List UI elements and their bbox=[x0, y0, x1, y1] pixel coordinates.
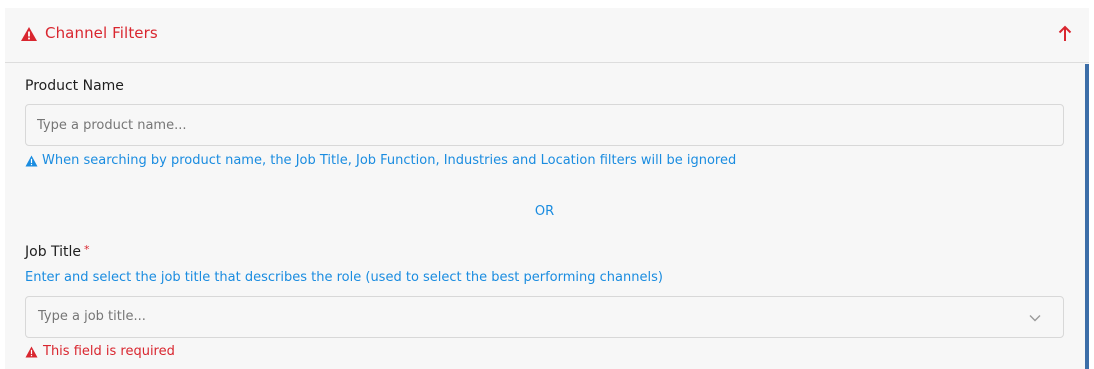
job-title-label: Job Title * bbox=[25, 243, 90, 260]
job-title-select[interactable]: Type a job title... bbox=[25, 296, 1064, 338]
product-name-info-text: When searching by product name, the Job … bbox=[42, 153, 737, 168]
product-name-label: Product Name bbox=[25, 78, 124, 94]
info-triangle-icon bbox=[25, 155, 38, 166]
job-title-error-text: This field is required bbox=[43, 344, 175, 359]
section-title: Channel Filters bbox=[45, 24, 158, 42]
required-marker: * bbox=[84, 243, 90, 256]
job-title-placeholder: Type a job title... bbox=[38, 309, 146, 324]
channel-filters-header[interactable]: Channel Filters bbox=[5, 8, 1089, 63]
arrow-up-icon[interactable] bbox=[1057, 25, 1073, 43]
product-name-info: When searching by product name, the Job … bbox=[25, 153, 736, 168]
scrollbar[interactable] bbox=[1085, 64, 1089, 369]
job-title-error: This field is required bbox=[25, 344, 175, 359]
channel-filters-body: Product Name When searching by product n… bbox=[5, 64, 1089, 369]
warning-triangle-icon bbox=[21, 27, 37, 41]
product-name-input[interactable] bbox=[25, 104, 1064, 146]
channel-filters-panel: Channel Filters Product Name When search… bbox=[5, 8, 1089, 369]
job-title-label-text: Job Title bbox=[25, 244, 82, 260]
or-separator: OR bbox=[534, 204, 555, 219]
job-title-helper: Enter and select the job title that desc… bbox=[25, 270, 663, 285]
chevron-down-icon[interactable] bbox=[1029, 312, 1041, 324]
warning-triangle-icon bbox=[25, 346, 38, 357]
